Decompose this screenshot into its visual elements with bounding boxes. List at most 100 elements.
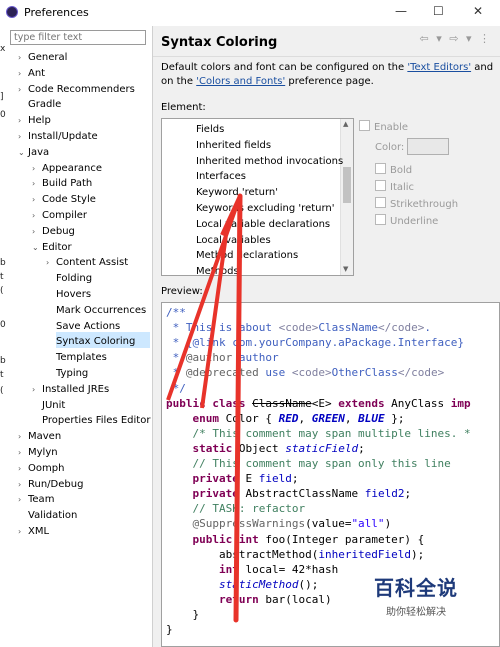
scroll-down-icon[interactable]: ▼ [343,265,348,273]
element-list-scrollbar[interactable]: ▲ ▼ [340,119,353,275]
tree-item-debug[interactable]: › Debug [32,224,75,239]
tree-item-mylyn[interactable]: › Mylyn [18,445,58,460]
expand-arrow-icon[interactable]: › [46,255,56,270]
element-item[interactable]: Local variable declarations [196,217,330,232]
expand-arrow-icon[interactable]: › [32,161,42,176]
text-editors-link[interactable]: 'Text Editors' [407,62,471,73]
filter-input[interactable] [10,30,146,45]
tree-item-installed-jres[interactable]: › Installed JREs [32,382,109,397]
tree-item-junit[interactable]: JUnit [32,398,65,413]
element-item[interactable]: Keyword 'return' [196,185,278,200]
tree-item-content-assist[interactable]: › Content Assist [46,255,128,270]
expand-arrow-icon[interactable]: › [32,208,42,223]
code-token: public int [192,532,259,546]
tree-item-code-recommenders[interactable]: › Code Recommenders [18,82,135,97]
expand-arrow-icon[interactable]: › [18,113,28,128]
element-item[interactable]: Inherited method invocations [196,154,343,169]
italic-checkbox[interactable]: Italic [375,180,414,193]
element-item[interactable]: Methods [196,264,239,275]
close-button[interactable]: ✕ [473,4,483,18]
strikethrough-checkbox[interactable]: Strikethrough [375,197,458,210]
expand-arrow-icon[interactable]: › [18,66,28,81]
tree-item-xml[interactable]: › XML [18,524,49,539]
tree-item-oomph[interactable]: › Oomph [18,461,64,476]
element-item[interactable]: Interfaces [196,169,246,184]
element-list[interactable]: ▲ ▼ Fields Inherited fields Inherited meth… [161,118,354,276]
tree-item-syntax-coloring[interactable]: Syntax Coloring [46,334,135,349]
scroll-up-icon[interactable]: ▲ [343,120,348,128]
tree-item-maven[interactable]: › Maven [18,429,61,444]
scrollbar-thumb[interactable] [343,167,351,203]
code-line: */ [166,381,186,396]
expand-arrow-icon[interactable]: ⌄ [18,145,28,160]
element-item[interactable]: Method declarations [196,248,298,263]
code-line: // This comment may span only this line [166,456,450,471]
tree-item-label: JUnit [42,399,66,411]
maximize-button[interactable]: ☐ [433,4,444,18]
tree-item-templates[interactable]: Templates [46,350,107,365]
tree-item-save-actions[interactable]: Save Actions [46,319,120,334]
tree-item-build-path[interactable]: › Build Path [32,176,92,191]
tree-item-editor[interactable]: ⌄ Editor [32,240,72,255]
expand-arrow-icon[interactable]: › [32,176,42,191]
history-nav-buttons[interactable]: ⇦ ▾ ⇨ ▾ ⋮ [420,32,492,45]
tree-item-gradle[interactable]: Gradle [18,97,61,112]
tree-item-code-style[interactable]: › Code Style [32,192,96,207]
tree-item-folding[interactable]: Folding [46,271,92,286]
element-item[interactable]: Fields [196,122,224,137]
expand-arrow-icon[interactable]: › [18,50,28,65]
tree-item-team[interactable]: › Team [18,492,54,507]
tree-item-install-update[interactable]: › Install/Update [18,129,98,144]
preferences-sidebar: ›General›Ant›Code RecommendersGradle›Hel… [0,26,153,647]
expand-arrow-icon[interactable]: › [18,461,28,476]
expand-arrow-icon[interactable]: › [18,477,28,492]
expand-arrow-icon[interactable]: › [18,445,28,460]
code-token: * [166,351,186,365]
tree-item-compiler[interactable]: › Compiler [32,208,87,223]
code-token: @author [185,351,233,365]
tree-item-properties-files-editor[interactable]: Properties Files Editor [32,413,150,428]
tree-item-typing[interactable]: Typing [46,366,88,381]
tree-item-validation[interactable]: Validation [18,508,77,523]
tree-item-run-debug[interactable]: › Run/Debug [18,477,83,492]
tree-item-label: Maven [28,431,62,443]
expand-arrow-icon[interactable]: › [32,224,42,239]
code-token: BLUE [358,411,385,425]
code-token: <code> [291,366,332,380]
code-token: Object [232,441,286,455]
expand-arrow-icon[interactable]: › [32,382,42,397]
element-item[interactable]: Inherited fields [196,138,271,153]
tree-item-appearance[interactable]: › Appearance [32,161,102,176]
color-label: Color: [375,142,405,153]
tree-item-label: Build Path [42,178,93,190]
tree-item-help[interactable]: › Help [18,113,51,128]
code-token: author [232,351,279,365]
code-line: public int foo(Integer parameter) { [166,532,425,547]
element-item[interactable]: Keywords excluding 'return' [196,201,335,216]
background-fragment: ] [0,92,4,102]
expand-arrow-icon[interactable]: › [18,82,28,97]
bold-checkbox[interactable]: Bold [375,163,412,176]
tree-item-hovers[interactable]: Hovers [46,287,91,302]
expand-arrow-icon[interactable]: › [18,492,28,507]
expand-arrow-icon[interactable]: › [32,192,42,207]
color-swatch-button[interactable] [407,138,449,155]
expand-arrow-icon[interactable]: ⌄ [32,240,42,255]
expand-arrow-icon[interactable]: › [18,524,28,539]
element-item[interactable]: Local variables [196,233,271,248]
code-line: * @author author [166,350,279,365]
code-token: OtherClass [331,366,398,380]
tree-item-general[interactable]: › General [18,50,67,65]
minimize-button[interactable]: — [395,4,407,18]
expand-arrow-icon[interactable]: › [18,129,28,144]
tree-item-java[interactable]: ⌄ Java [18,145,49,160]
underline-checkbox[interactable]: Underline [375,214,438,227]
tree-item-ant[interactable]: › Ant [18,66,45,81]
expand-arrow-icon[interactable]: › [18,429,28,444]
tree-item-mark-occurrences[interactable]: Mark Occurrences [46,303,146,318]
colors-fonts-link[interactable]: 'Colors and Fonts' [196,76,285,87]
enable-checkbox[interactable]: Enable [359,120,408,133]
code-token: field [258,472,292,486]
